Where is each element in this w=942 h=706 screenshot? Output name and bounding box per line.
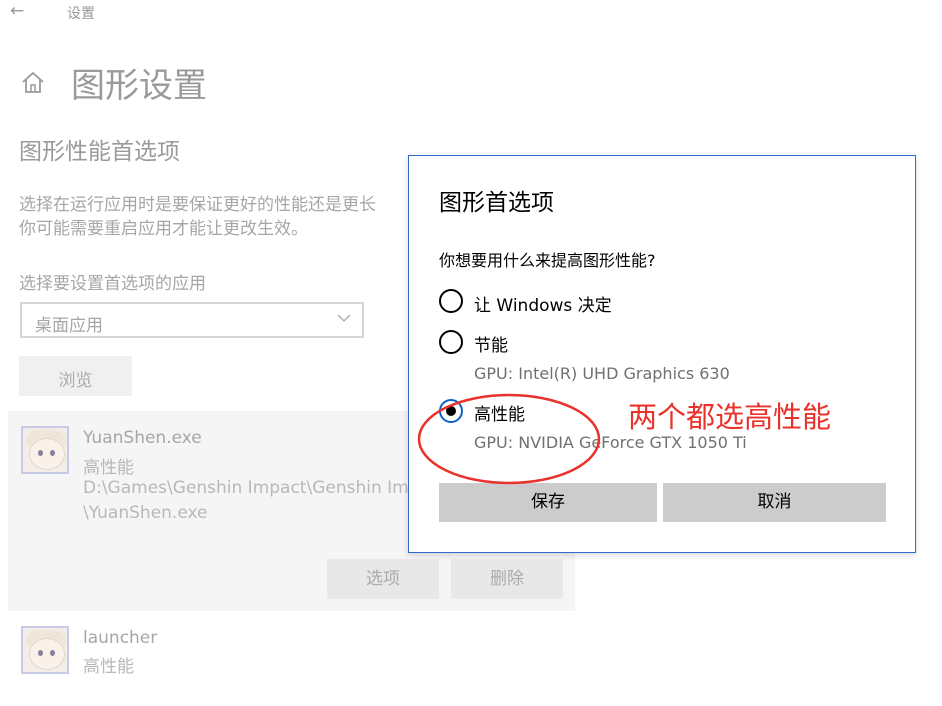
- app-select-label: 选择要设置首选项的应用: [19, 274, 206, 294]
- app-name[interactable]: launcher: [83, 628, 157, 648]
- app-path-line2: \YuanShen.exe: [83, 503, 208, 523]
- window-title: 设置: [67, 6, 95, 22]
- radio-label-let-windows-decide[interactable]: 让 Windows 决定: [474, 291, 612, 316]
- cancel-button-label: 取消: [757, 492, 792, 512]
- app-icon: [21, 426, 69, 474]
- browse-button-label: 浏览: [58, 371, 93, 391]
- section-title: 图形性能首选项: [19, 139, 180, 165]
- app-select-value: 桌面应用: [35, 316, 103, 336]
- app-path-line1: D:\Games\Genshin Impact\Genshin Imp: [83, 478, 420, 498]
- section-description-line2: 你可能需要重启应用才能让更改生效。: [19, 219, 308, 239]
- annotation-text: 两个都选高性能: [628, 400, 832, 434]
- dialog-question: 你想要用什么来提高图形性能?: [439, 251, 656, 270]
- radio-label-power-saving[interactable]: 节能: [474, 331, 508, 356]
- remove-button-label: 删除: [490, 569, 524, 589]
- section-description-line1: 选择在运行应用时是要保证更好的性能还是更长: [19, 195, 376, 215]
- app-preference: 高性能: [83, 657, 134, 677]
- app-icon: [21, 626, 69, 674]
- graphics-preference-dialog: 图形首选项 你想要用什么来提高图形性能? 让 Windows 决定 节能 GPU…: [408, 155, 916, 553]
- browse-button[interactable]: 浏览: [19, 356, 132, 396]
- chevron-down-icon: [337, 314, 351, 323]
- save-button[interactable]: 保存: [439, 483, 657, 522]
- remove-button[interactable]: 删除: [451, 559, 563, 599]
- back-arrow-icon[interactable]: ←: [10, 1, 24, 21]
- page-title: 图形设置: [71, 66, 207, 106]
- radio-let-windows-decide[interactable]: [439, 289, 463, 313]
- gpu-power-saving: GPU: Intel(R) UHD Graphics 630: [474, 364, 730, 383]
- save-button-label: 保存: [531, 492, 565, 512]
- options-button-label: 选项: [366, 569, 400, 589]
- dialog-title: 图形首选项: [439, 190, 554, 216]
- title-bar: ← 设置: [0, 0, 942, 26]
- app-name: YuanShen.exe: [83, 428, 202, 448]
- annotation-ellipse: [417, 393, 601, 485]
- options-button[interactable]: 选项: [327, 559, 439, 599]
- radio-power-saving[interactable]: [439, 330, 463, 354]
- cancel-button[interactable]: 取消: [663, 483, 886, 522]
- home-icon: [22, 71, 44, 93]
- app-preference: 高性能: [83, 458, 134, 478]
- app-type-select[interactable]: 桌面应用: [20, 302, 364, 338]
